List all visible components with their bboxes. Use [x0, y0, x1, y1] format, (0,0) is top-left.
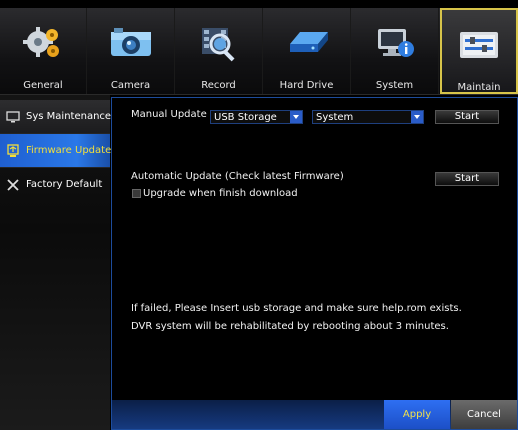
auto-update-label: Automatic Update (Check latest Firmware) [131, 171, 344, 182]
top-tab-bar: General Camera Record Hard Drive System … [0, 8, 518, 95]
tab-hard-drive[interactable]: Hard Drive [263, 8, 351, 94]
system-info-icon [372, 22, 418, 62]
update-type-select[interactable]: System [312, 110, 424, 124]
sidebar-item-label: Sys Maintenance [26, 111, 112, 122]
tab-maintain[interactable]: Maintain [440, 8, 518, 94]
info-text-line-2: DVR system will be rehabilitated by rebo… [131, 321, 449, 332]
tab-label: System [375, 80, 414, 91]
maintain-icon [456, 24, 502, 64]
sidebar: Sys Maintenance Firmware Update Factory … [0, 95, 112, 430]
sidebar-item-sys-maintenance[interactable]: Sys Maintenance [0, 100, 112, 134]
sidebar-item-firmware-update[interactable]: Firmware Update [0, 134, 112, 168]
tab-label: Record [201, 80, 236, 91]
tab-general[interactable]: General [0, 8, 87, 94]
hard-drive-icon [284, 22, 330, 62]
bottom-action-bar: Apply Cancel [112, 400, 517, 429]
record-icon [196, 22, 242, 62]
tab-label: General [23, 80, 63, 91]
storage-select-value: USB Storage [214, 112, 277, 123]
info-text-line-1: If failed, Please Insert usb storage and… [131, 303, 462, 314]
tab-label: Maintain [457, 82, 501, 93]
tab-system[interactable]: System [351, 8, 439, 94]
sidebar-item-label: Firmware Update [26, 145, 112, 156]
camera-icon [108, 22, 154, 62]
sidebar-item-label: Factory Default [26, 179, 103, 190]
firmware-update-panel: Manual Update USB Storage System Start A… [111, 97, 518, 430]
manual-start-button[interactable]: Start [435, 110, 499, 124]
dvr-settings-window: General Camera Record Hard Drive System … [0, 0, 518, 430]
tools-icon [6, 178, 20, 192]
chevron-down-icon [411, 111, 423, 123]
monitor-icon [6, 110, 20, 124]
chevron-down-icon [290, 111, 302, 123]
sidebar-item-factory-default[interactable]: Factory Default [0, 168, 110, 202]
tab-record[interactable]: Record [175, 8, 263, 94]
cancel-button[interactable]: Cancel [451, 400, 517, 429]
gears-icon [20, 22, 66, 62]
firmware-icon [6, 144, 20, 158]
upgrade-when-finish-checkbox[interactable] [132, 189, 141, 198]
tab-camera[interactable]: Camera [87, 8, 175, 94]
manual-update-label: Manual Update [131, 109, 207, 120]
update-type-select-value: System [316, 112, 354, 123]
tab-label: Hard Drive [279, 80, 334, 91]
tab-label: Camera [110, 80, 151, 91]
storage-select[interactable]: USB Storage [210, 110, 303, 124]
auto-start-button[interactable]: Start [435, 172, 499, 186]
upgrade-checkbox-label: Upgrade when finish download [143, 188, 298, 199]
apply-button[interactable]: Apply [384, 400, 450, 429]
